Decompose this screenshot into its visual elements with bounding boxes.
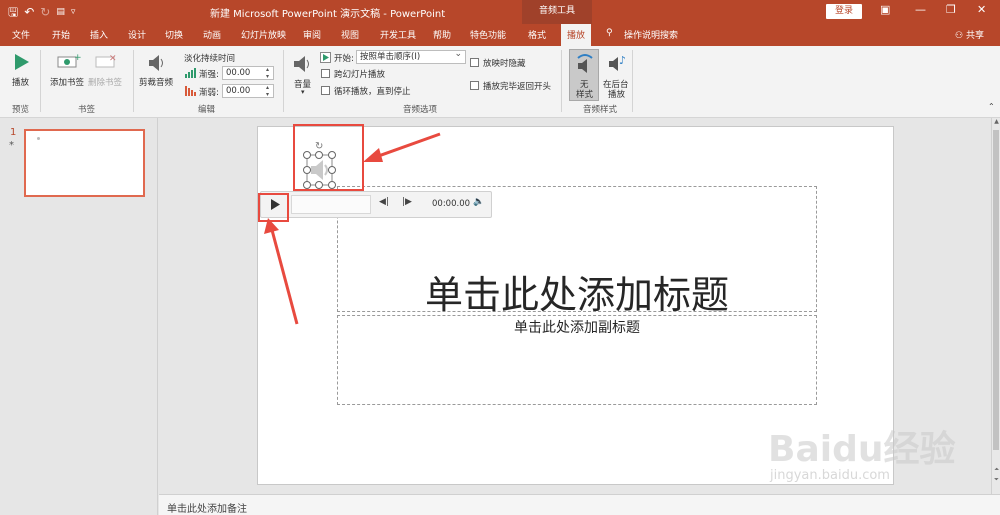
fade-out-label: 渐弱:	[199, 88, 219, 98]
notes-pane[interactable]: 单击此处添加备注	[159, 494, 1000, 515]
fade-in-icon	[185, 68, 196, 78]
collapse-ribbon-icon[interactable]: ⌃	[988, 102, 995, 111]
play-across-slides-checkbox[interactable]	[321, 69, 330, 78]
document-title: 新建 Microsoft PowerPoint 演示文稿 - PowerPoin…	[210, 9, 446, 20]
scrollbar-thumb[interactable]	[993, 130, 999, 450]
start-select[interactable]: 按照单击顺序(I)	[356, 48, 466, 64]
start-from-beginning-icon[interactable]: ▤	[56, 3, 65, 21]
player-volume-icon[interactable]: 🔈	[473, 197, 484, 207]
tab-design[interactable]: 设计	[128, 28, 146, 41]
watermark-logo-text: Baidu经验	[768, 429, 956, 470]
play-triangle-icon[interactable]	[12, 52, 30, 72]
annotation-arrows	[264, 132, 441, 325]
thumbnail-audio-dot	[37, 137, 40, 140]
group-separator	[133, 50, 134, 112]
undo-icon[interactable]: ↶	[24, 3, 34, 21]
play-in-background-icon[interactable]: ♪	[607, 52, 629, 74]
ribbon-playback: 播放 预览 + 添加书签 ✕ 删除书签 书签 剪裁音频 淡化持续时间 渐强: 0…	[0, 46, 1000, 118]
close-icon[interactable]: ✕	[977, 3, 986, 16]
lightbulb-icon: ⚲	[606, 28, 613, 38]
group-label-preview: 预览	[12, 105, 30, 115]
scroll-up-icon[interactable]: ▲	[992, 118, 1000, 125]
powerpoint-window: 🖫 ↶ ↻ ▤ ▿ 新建 Microsoft PowerPoint 演示文稿 -…	[0, 0, 1000, 515]
notes-placeholder: 单击此处添加备注	[167, 504, 247, 515]
tab-home[interactable]: 开始	[52, 28, 70, 41]
tab-playback[interactable]: 播放	[561, 24, 592, 46]
tab-developer[interactable]: 开发工具	[380, 28, 416, 41]
share-button[interactable]: ⚇ 共享	[955, 28, 984, 41]
title-bar: 🖫 ↶ ↻ ▤ ▿ 新建 Microsoft PowerPoint 演示文稿 -…	[0, 0, 1000, 24]
login-button[interactable]: 登录	[826, 4, 862, 19]
hide-during-show-label: 放映时隐藏	[483, 59, 526, 69]
tab-featured[interactable]: 特色功能	[470, 28, 506, 41]
share-label: 共享	[965, 31, 984, 41]
loop-until-stopped-checkbox[interactable]	[321, 86, 330, 95]
fade-out-input[interactable]: 00.00	[222, 84, 274, 98]
svg-text:+: +	[74, 53, 81, 63]
slide-thumbnail[interactable]	[24, 129, 145, 197]
no-style-audio-icon	[577, 54, 593, 73]
minimize-icon[interactable]: —	[915, 3, 926, 16]
ribbon-display-options-icon[interactable]: ▣	[880, 3, 890, 16]
tab-view[interactable]: 视图	[341, 28, 359, 41]
scroll-next-slide-icon[interactable]: ⏷	[992, 476, 1000, 484]
group-label-audio-options: 音频选项	[403, 105, 438, 115]
group-separator	[561, 50, 562, 112]
tab-help[interactable]: 帮助	[433, 28, 451, 41]
start-label: 开始:	[334, 54, 354, 64]
group-separator	[40, 50, 41, 112]
slide-number: 1	[10, 127, 17, 138]
fade-in-input[interactable]: 00.00	[222, 66, 274, 80]
redo-icon[interactable]: ↻	[40, 3, 50, 21]
maximize-icon[interactable]: ❐	[946, 3, 956, 16]
remove-bookmark-icon: ✕	[95, 54, 117, 68]
group-label-editing: 编辑	[198, 105, 216, 115]
baidu-watermark: Baidu经验 jingyan.baidu.com	[768, 406, 993, 496]
loop-until-stopped-label: 循环播放，直到停止	[334, 87, 411, 97]
volume-dropdown-icon[interactable]: ▾	[301, 88, 305, 96]
rewind-after-playing-label: 播放完毕返回开头	[483, 82, 552, 92]
hide-during-show-checkbox[interactable]	[470, 58, 479, 67]
quick-access-toolbar: 🖫 ↶ ↻ ▤ ▿	[8, 3, 75, 21]
no-style-label-2: 样式	[576, 90, 594, 100]
customize-toolbar-icon[interactable]: ▿	[71, 3, 76, 21]
tell-me-search[interactable]: 操作说明搜索	[624, 28, 678, 41]
group-separator	[632, 50, 633, 112]
ribbon-tabs: 文件 开始 插入 设计 切换 动画 幻灯片放映 审阅 视图 开发工具 帮助 特色…	[0, 24, 1000, 46]
fade-in-label: 渐强:	[199, 70, 219, 80]
tab-insert[interactable]: 插入	[90, 28, 108, 41]
trim-audio-icon[interactable]	[145, 52, 167, 74]
play-button-label[interactable]: 播放	[12, 76, 29, 88]
add-bookmark-label[interactable]: 添加书签	[50, 76, 84, 88]
play-in-background-label-2[interactable]: 播放	[608, 88, 625, 100]
save-icon[interactable]: 🖫	[8, 3, 18, 21]
trim-audio-label[interactable]: 剪裁音频	[139, 76, 173, 88]
person-icon: ⚇	[955, 31, 964, 41]
slide-thumbnail-pane: 1 *	[0, 118, 158, 515]
group-label-bookmarks: 书签	[78, 105, 96, 115]
fade-duration-title: 淡化持续时间	[184, 54, 236, 64]
add-bookmark-icon[interactable]: +	[57, 53, 81, 71]
play-across-slides-label: 跨幻灯片播放	[334, 70, 386, 80]
slide-animation-marker: *	[9, 140, 14, 151]
scroll-prev-slide-icon[interactable]: ⏶	[992, 466, 1000, 474]
tab-format[interactable]: 格式	[528, 28, 546, 41]
tab-animations[interactable]: 动画	[203, 28, 221, 41]
group-separator	[283, 50, 284, 112]
tab-transitions[interactable]: 切换	[165, 28, 183, 41]
tab-review[interactable]: 审阅	[303, 28, 321, 41]
group-label-audio-styles: 音频样式	[583, 105, 618, 115]
rewind-after-playing-checkbox[interactable]	[470, 81, 479, 90]
tab-slide-show[interactable]: 幻灯片放映	[241, 28, 286, 41]
audio-tools-header: 音频工具	[522, 0, 592, 24]
volume-icon[interactable]	[292, 54, 314, 74]
start-option-icon	[320, 52, 331, 63]
remove-bookmark-label: 删除书签	[88, 78, 123, 88]
tab-file[interactable]: 文件	[12, 28, 30, 41]
svg-text:♪: ♪	[619, 54, 626, 67]
watermark-url: jingyan.baidu.com	[770, 468, 890, 483]
fade-out-icon	[185, 86, 196, 96]
svg-text:✕: ✕	[109, 54, 117, 64]
